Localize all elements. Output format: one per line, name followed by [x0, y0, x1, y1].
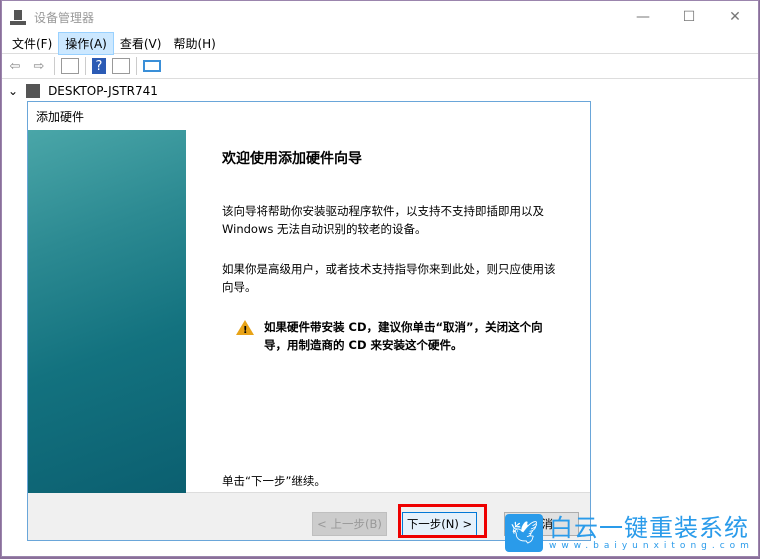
highlight-box — [398, 504, 487, 538]
menu-bar: 文件(F) 操作(A) 查看(V) 帮助(H) — [2, 32, 758, 55]
watermark: 🕊 白云一键重装系统 www.baiyunxitong.com — [505, 514, 754, 552]
console-tree-icon[interactable] — [61, 58, 79, 74]
chevron-down-icon[interactable]: ⌄ — [8, 84, 18, 98]
forward-arrow-icon[interactable]: ⇨ — [30, 58, 48, 74]
scan-hardware-icon[interactable] — [143, 60, 161, 72]
title-bar: 设备管理器 — ☐ ✕ — [2, 1, 758, 34]
dialog-body: 欢迎使用添加硬件向导 该向导将帮助你安装驱动程序软件，以支持不支持即插即用以及 … — [28, 130, 590, 493]
divider — [136, 57, 137, 75]
device-manager-icon — [10, 9, 26, 26]
menu-view[interactable]: 查看(V) — [114, 33, 168, 54]
wizard-banner-image — [28, 130, 186, 493]
maximize-button[interactable]: ☐ — [666, 1, 712, 33]
wizard-heading: 欢迎使用添加硬件向导 — [222, 151, 362, 167]
close-button[interactable]: ✕ — [712, 1, 758, 33]
toolbar: ⇦ ⇨ ? — [2, 54, 758, 79]
divider — [85, 57, 86, 75]
help-icon[interactable]: ? — [92, 58, 106, 74]
menu-action[interactable]: 操作(A) — [58, 32, 114, 55]
intro-text: 该向导将帮助你安装驱动程序软件，以支持不支持即插即用以及 Windows 无法自… — [222, 204, 544, 236]
device-tree-root[interactable]: ⌄ DESKTOP-JSTR741 — [8, 84, 158, 98]
bird-logo-icon: 🕊 — [505, 514, 543, 552]
watermark-url: www.baiyunxitong.com — [549, 541, 754, 551]
menu-file[interactable]: 文件(F) — [6, 33, 58, 54]
watermark-title: 白云一键重装系统 — [549, 514, 749, 542]
warning-text: 如果硬件带安装 CD，建议你单击“取消”，关闭这个向导，用制造商的 CD 来安装… — [264, 320, 543, 352]
computer-icon — [26, 84, 41, 98]
window-title: 设备管理器 — [34, 11, 95, 25]
dialog-title: 添加硬件 — [28, 102, 590, 130]
add-hardware-dialog: 添加硬件 欢迎使用添加硬件向导 该向导将帮助你安装驱动程序软件，以支持不支持即插… — [27, 101, 591, 541]
advanced-user-text: 如果你是高级用户，或者技术支持指导你来到此处，则只应使用该向导。 — [222, 262, 556, 294]
properties-icon[interactable] — [112, 58, 130, 74]
warning-note: 如果硬件带安装 CD，建议你单击“取消”，关闭这个向导，用制造商的 CD 来安装… — [236, 318, 562, 354]
minimize-button[interactable]: — — [620, 1, 666, 33]
warning-icon — [236, 320, 254, 340]
back-button[interactable]: < 上一步(B) — [312, 512, 387, 536]
back-arrow-icon[interactable]: ⇦ — [6, 58, 24, 74]
menu-help[interactable]: 帮助(H) — [167, 33, 221, 54]
computer-name: DESKTOP-JSTR741 — [48, 84, 158, 98]
continue-text: 单击“下一步”继续。 — [222, 474, 326, 488]
divider — [54, 57, 55, 75]
